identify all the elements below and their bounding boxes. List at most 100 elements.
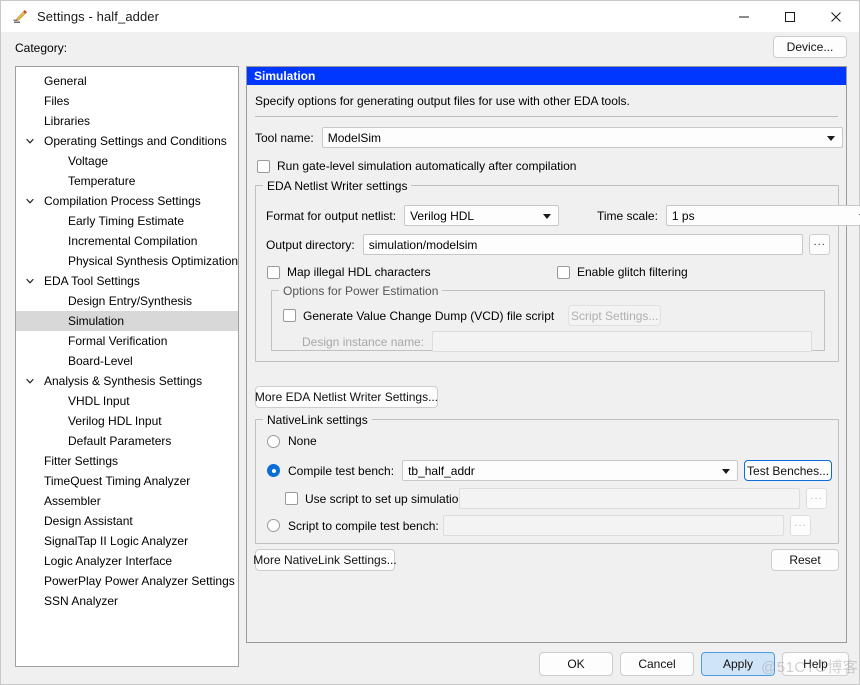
script-compile-label: Script to compile test bench:	[288, 518, 439, 533]
tree-item-label: Design Entry/Synthesis	[68, 294, 193, 308]
tree-item-default-parameters[interactable]: Default Parameters	[16, 431, 238, 451]
tree-item-libraries[interactable]: Libraries	[16, 111, 238, 131]
use-script-checkbox[interactable]	[285, 492, 298, 505]
tree-item-label: General	[44, 74, 87, 88]
use-script-row[interactable]: Use script to set up simulation: ...	[285, 488, 832, 509]
tree-item-vhdl-input[interactable]: VHDL Input	[16, 391, 238, 411]
use-script-input[interactable]	[459, 488, 800, 509]
tree-item-label: Early Timing Estimate	[68, 214, 185, 228]
output-directory-input[interactable]: simulation/modelsim	[362, 234, 804, 255]
compile-test-bench-radio[interactable]	[267, 464, 280, 477]
vcd-row[interactable]: Generate Value Change Dump (VCD) file sc…	[283, 305, 662, 326]
format-row: Format for output netlist: Verilog HDL	[266, 205, 560, 226]
vcd-checkbox[interactable]	[283, 309, 296, 322]
test-benches-button[interactable]: Test Benches...	[744, 460, 832, 481]
time-scale-row: Time scale: 1 ps	[597, 205, 860, 226]
tree-item-board-level[interactable]: Board-Level	[16, 351, 238, 371]
output-directory-browse-button[interactable]: ...	[809, 234, 830, 255]
tree-item-compilation-process-settings[interactable]: Compilation Process Settings	[16, 191, 238, 211]
more-nativelink-settings-button[interactable]: More NativeLink Settings...	[253, 549, 397, 571]
tree-item-label: Simulation	[68, 314, 125, 328]
run-gate-level-checkbox[interactable]	[257, 159, 270, 173]
category-row: Category: Device...	[1, 32, 859, 64]
tree-item-label: Logic Analyzer Interface	[44, 554, 173, 568]
glitch-filter-label: Enable glitch filtering	[577, 265, 688, 279]
ok-button[interactable]: OK	[539, 652, 613, 676]
help-button[interactable]: Help	[782, 652, 849, 676]
time-scale-select[interactable]: 1 ps	[665, 205, 860, 226]
tree-item-formal-verification[interactable]: Formal Verification	[16, 331, 238, 351]
tree-item-simulation[interactable]: Simulation	[16, 311, 238, 331]
script-compile-input[interactable]	[443, 515, 784, 536]
tree-item-signaltap-ii-logic-analyzer[interactable]: SignalTap II Logic Analyzer	[16, 531, 238, 551]
chevron-down-icon[interactable]	[22, 376, 38, 386]
map-illegal-checkbox[interactable]	[267, 265, 280, 279]
close-button[interactable]	[813, 1, 859, 32]
tree-item-analysis-synthesis-settings[interactable]: Analysis & Synthesis Settings	[16, 371, 238, 391]
script-compile-radio[interactable]	[267, 519, 280, 532]
tree-item-fitter-settings[interactable]: Fitter Settings	[16, 451, 238, 471]
nativelink-none-row[interactable]: None	[267, 434, 317, 448]
map-illegal-row[interactable]: Map illegal HDL characters	[267, 265, 431, 279]
glitch-filter-row[interactable]: Enable glitch filtering	[557, 265, 688, 279]
tool-name-select[interactable]: ModelSim	[321, 127, 843, 148]
tree-item-timequest-timing-analyzer[interactable]: TimeQuest Timing Analyzer	[16, 471, 238, 491]
apply-button[interactable]: Apply	[701, 652, 775, 676]
script-compile-row[interactable]: Script to compile test bench: ...	[267, 515, 832, 536]
tree-item-early-timing-estimate[interactable]: Early Timing Estimate	[16, 211, 238, 231]
eda-netlist-writer-group-title: EDA Netlist Writer settings	[263, 179, 412, 193]
chevron-down-icon[interactable]	[22, 196, 38, 206]
window-title: Settings - half_adder	[37, 9, 160, 24]
tree-item-design-entry-synthesis[interactable]: Design Entry/Synthesis	[16, 291, 238, 311]
output-directory-row: Output directory: simulation/modelsim ..…	[266, 234, 830, 255]
tree-item-incremental-compilation[interactable]: Incremental Compilation	[16, 231, 238, 251]
compile-test-bench-label: Compile test bench:	[288, 463, 395, 478]
tree-item-label: Verilog HDL Input	[68, 414, 162, 428]
tree-item-voltage[interactable]: Voltage	[16, 151, 238, 171]
nativelink-none-radio[interactable]	[267, 434, 280, 448]
format-label: Format for output netlist:	[266, 208, 397, 223]
chevron-down-icon	[826, 135, 835, 141]
reset-button[interactable]: Reset	[771, 549, 839, 571]
glitch-filter-checkbox[interactable]	[557, 265, 570, 279]
footer-bar: OK Cancel Apply Help	[1, 643, 860, 684]
tree-item-label: PowerPlay Power Analyzer Settings	[44, 574, 235, 588]
power-estimation-group-title: Options for Power Estimation	[279, 284, 443, 298]
cancel-button[interactable]: Cancel	[620, 652, 694, 676]
tree-item-general[interactable]: General	[16, 71, 238, 91]
tree-item-powerplay-power-analyzer-settings[interactable]: PowerPlay Power Analyzer Settings	[16, 571, 238, 591]
design-instance-input[interactable]	[432, 331, 812, 352]
run-gate-level-row[interactable]: Run gate-level simulation automatically …	[257, 159, 846, 173]
chevron-down-icon[interactable]	[22, 136, 38, 146]
tree-item-design-assistant[interactable]: Design Assistant	[16, 511, 238, 531]
chevron-down-icon[interactable]	[22, 276, 38, 286]
tree-item-label: Libraries	[44, 114, 91, 128]
tree-item-verilog-hdl-input[interactable]: Verilog HDL Input	[16, 411, 238, 431]
format-select[interactable]: Verilog HDL	[404, 205, 560, 226]
tree-item-files[interactable]: Files	[16, 91, 238, 111]
tree-item-eda-tool-settings[interactable]: EDA Tool Settings	[16, 271, 238, 291]
more-eda-netlist-writer-settings-button[interactable]: More EDA Netlist Writer Settings...	[255, 386, 438, 408]
script-compile-browse-button[interactable]: ...	[790, 515, 811, 536]
compile-test-bench-select[interactable]: tb_half_addr	[402, 460, 739, 481]
design-instance-row: Design instance name:	[302, 331, 812, 352]
compile-test-bench-row[interactable]: Compile test bench: tb_half_addr Test Be…	[267, 460, 832, 481]
tree-item-label: Design Assistant	[44, 514, 133, 528]
device-button[interactable]: Device...	[773, 36, 847, 58]
tree-item-operating-settings-and-conditions[interactable]: Operating Settings and Conditions	[16, 131, 238, 151]
tree-item-logic-analyzer-interface[interactable]: Logic Analyzer Interface	[16, 551, 238, 571]
tree-item-label: SignalTap II Logic Analyzer	[44, 534, 189, 548]
divider	[255, 116, 838, 117]
tree-item-physical-synthesis-optimizations[interactable]: Physical Synthesis Optimizations	[16, 251, 238, 271]
category-tree[interactable]: General Files Libraries Operating Settings …	[15, 66, 239, 667]
panel-description: Specify options for generating output fi…	[255, 94, 630, 108]
script-settings-button[interactable]: Script Settings...	[568, 305, 662, 326]
tree-item-temperature[interactable]: Temperature	[16, 171, 238, 191]
tree-item-ssn-analyzer[interactable]: SSN Analyzer	[16, 591, 238, 611]
use-script-browse-button[interactable]: ...	[806, 488, 827, 509]
simulation-panel: Simulation Specify options for generatin…	[246, 66, 860, 643]
tree-item-label: Operating Settings and Conditions	[44, 134, 227, 148]
maximize-button[interactable]	[767, 1, 813, 32]
minimize-button[interactable]	[721, 1, 767, 32]
tree-item-assembler[interactable]: Assembler	[16, 491, 238, 511]
